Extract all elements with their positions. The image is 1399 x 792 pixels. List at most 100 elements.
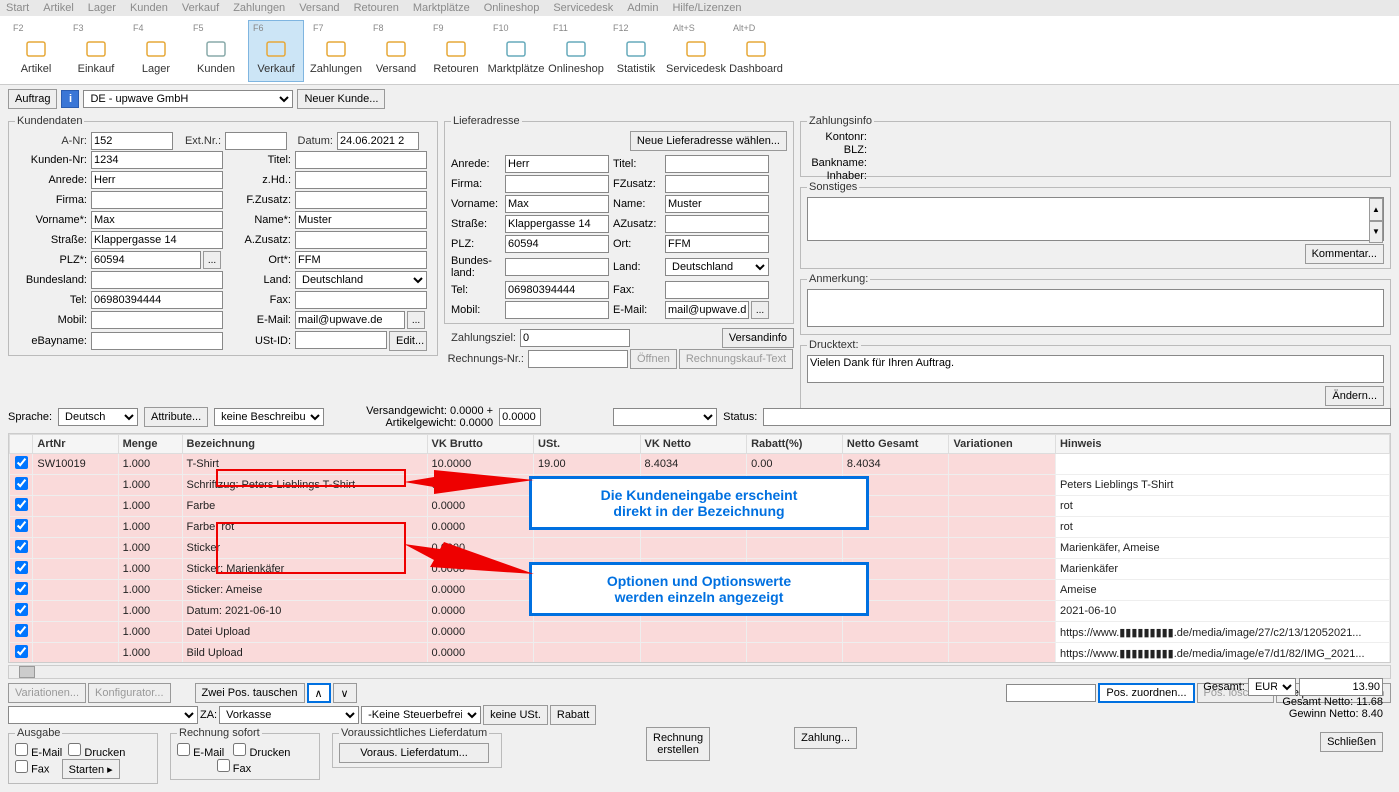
move-down-button[interactable]: ∨: [333, 683, 357, 703]
liefer-azusatz-input[interactable]: [665, 215, 769, 233]
anmerkung-textarea[interactable]: [807, 289, 1384, 327]
datum-input[interactable]: [337, 132, 419, 150]
zhd-input[interactable]: [295, 171, 427, 189]
firma-input[interactable]: [91, 191, 223, 209]
rechnung-drucken-check[interactable]: [233, 743, 246, 756]
menu-item[interactable]: Kunden: [130, 2, 168, 14]
ribbon-retouren[interactable]: F9Retouren: [428, 20, 484, 82]
currency-select[interactable]: EUR: [1248, 678, 1296, 696]
steuer-select[interactable]: -Keine Steuerbefreiu: [361, 706, 481, 724]
gesamt-input[interactable]: [1299, 678, 1383, 696]
new-customer-button[interactable]: Neuer Kunde...: [297, 89, 385, 109]
column-header[interactable]: VK Brutto: [427, 435, 534, 454]
extnr-input[interactable]: [225, 132, 287, 150]
row-check[interactable]: [15, 540, 28, 553]
za-pre-select[interactable]: [8, 706, 198, 724]
anr-input[interactable]: [91, 132, 173, 150]
drucktext-textarea[interactable]: Vielen Dank für Ihren Auftrag.: [807, 355, 1384, 383]
column-header[interactable]: USt.: [534, 435, 641, 454]
table-row[interactable]: 1.000Datei Upload0.0000https://www.▮▮▮▮▮…: [10, 622, 1390, 643]
column-header[interactable]: Hinweis: [1055, 435, 1389, 454]
liefer-ort-input[interactable]: [665, 235, 769, 253]
edit-button[interactable]: Edit...: [389, 331, 427, 351]
liefer-plz-input[interactable]: [505, 235, 609, 253]
row-check[interactable]: [15, 624, 28, 637]
table-row[interactable]: 1.000Bild Upload0.0000https://www.▮▮▮▮▮▮…: [10, 643, 1390, 664]
menu-item[interactable]: Hilfe/Lizenzen: [672, 2, 741, 14]
table-row[interactable]: SW100191.000T-Shirt10.000019.008.40340.0…: [10, 454, 1390, 475]
column-header[interactable]: ArtNr: [33, 435, 118, 454]
fzusatz-input[interactable]: [295, 191, 427, 209]
row-check[interactable]: [15, 603, 28, 616]
zahlung-button[interactable]: Zahlung...: [794, 727, 857, 749]
ustid-input[interactable]: [295, 331, 387, 349]
sonstiges-textarea[interactable]: [807, 197, 1384, 241]
ribbon-dashboard[interactable]: Alt+DDashboard: [728, 20, 784, 82]
rabatt-button[interactable]: Rabatt: [550, 705, 596, 725]
liefer-name-input[interactable]: [665, 195, 769, 213]
liefer-vorname-input[interactable]: [505, 195, 609, 213]
lieferdatum-button[interactable]: Voraus. Lieferdatum...: [339, 743, 489, 763]
menu-item[interactable]: Retouren: [354, 2, 399, 14]
liefer-titel-input[interactable]: [665, 155, 769, 173]
liefer-land-select[interactable]: Deutschland: [665, 258, 769, 276]
status-input[interactable]: [763, 408, 1391, 426]
rechnr-input[interactable]: [528, 350, 628, 368]
tel-input[interactable]: [91, 291, 223, 309]
ribbon-lager[interactable]: F4Lager: [128, 20, 184, 82]
auftrag-tab[interactable]: Auftrag: [8, 89, 57, 109]
name-input[interactable]: [295, 211, 427, 229]
horizontal-scrollbar[interactable]: [8, 665, 1391, 679]
new-shipping-address-button[interactable]: Neue Lieferadresse wählen...: [630, 131, 787, 151]
ribbon-einkauf[interactable]: F3Einkauf: [68, 20, 124, 82]
plz-lookup-button[interactable]: ...: [203, 251, 221, 269]
scroll-up-button[interactable]: ▲: [1369, 198, 1383, 221]
za-select[interactable]: Vorkasse: [219, 706, 359, 724]
move-up-button[interactable]: ∧: [307, 683, 331, 703]
company-select[interactable]: DE - upwave GmbH: [83, 90, 293, 108]
liefer-mobil-input[interactable]: [505, 301, 609, 319]
column-header[interactable]: Bezeichnung: [182, 435, 427, 454]
attribute-button[interactable]: Attribute...: [144, 407, 208, 427]
row-check[interactable]: [15, 456, 28, 469]
beschreibung-select[interactable]: keine Beschreibun: [214, 408, 324, 426]
artikelgewicht-input[interactable]: [499, 408, 541, 426]
titel-input[interactable]: [295, 151, 427, 169]
ribbon-marktplätze[interactable]: F10Marktplätze: [488, 20, 544, 82]
menu-item[interactable]: Artikel: [43, 2, 74, 14]
aendern-button[interactable]: Ändern...: [1325, 386, 1384, 406]
email-input[interactable]: [295, 311, 405, 329]
menu-item[interactable]: Start: [6, 2, 29, 14]
table-row[interactable]: 1.000Sticker0.0000Marienkäfer, Ameise: [10, 538, 1390, 559]
sprache-select[interactable]: Deutsch: [58, 408, 138, 426]
ribbon-servicedesk[interactable]: Alt+SServicedesk: [668, 20, 724, 82]
mobil-input[interactable]: [91, 311, 223, 329]
ausgabe-fax-check[interactable]: [15, 760, 28, 773]
menu-item[interactable]: Admin: [627, 2, 658, 14]
liefer-firma-input[interactable]: [505, 175, 609, 193]
row-check[interactable]: [15, 645, 28, 658]
liefer-email-input[interactable]: [665, 301, 749, 319]
row-check[interactable]: [15, 561, 28, 574]
ribbon-onlineshop[interactable]: F11Onlineshop: [548, 20, 604, 82]
zahlungsziel-input[interactable]: [520, 329, 630, 347]
fax-input[interactable]: [295, 291, 427, 309]
ribbon-versand[interactable]: F8Versand: [368, 20, 424, 82]
column-header[interactable]: Rabatt(%): [747, 435, 843, 454]
versandinfo-button[interactable]: Versandinfo: [722, 328, 794, 348]
liefer-email-action-button[interactable]: ...: [751, 301, 769, 319]
rechnung-erstellen-button[interactable]: Rechnung erstellen: [646, 727, 710, 761]
color-select[interactable]: [613, 408, 717, 426]
rechnung-fax-check[interactable]: [217, 759, 230, 772]
ort-input[interactable]: [295, 251, 427, 269]
plz-input[interactable]: [91, 251, 201, 269]
liefer-fzusatz-input[interactable]: [665, 175, 769, 193]
liefer-tel-input[interactable]: [505, 281, 609, 299]
ausgabe-drucken-check[interactable]: [68, 743, 81, 756]
kundennr-input[interactable]: [91, 151, 223, 169]
column-header[interactable]: Netto Gesamt: [842, 435, 949, 454]
row-check[interactable]: [15, 477, 28, 490]
menu-item[interactable]: Versand: [299, 2, 339, 14]
menu-item[interactable]: Lager: [88, 2, 116, 14]
ribbon-artikel[interactable]: F2Artikel: [8, 20, 64, 82]
